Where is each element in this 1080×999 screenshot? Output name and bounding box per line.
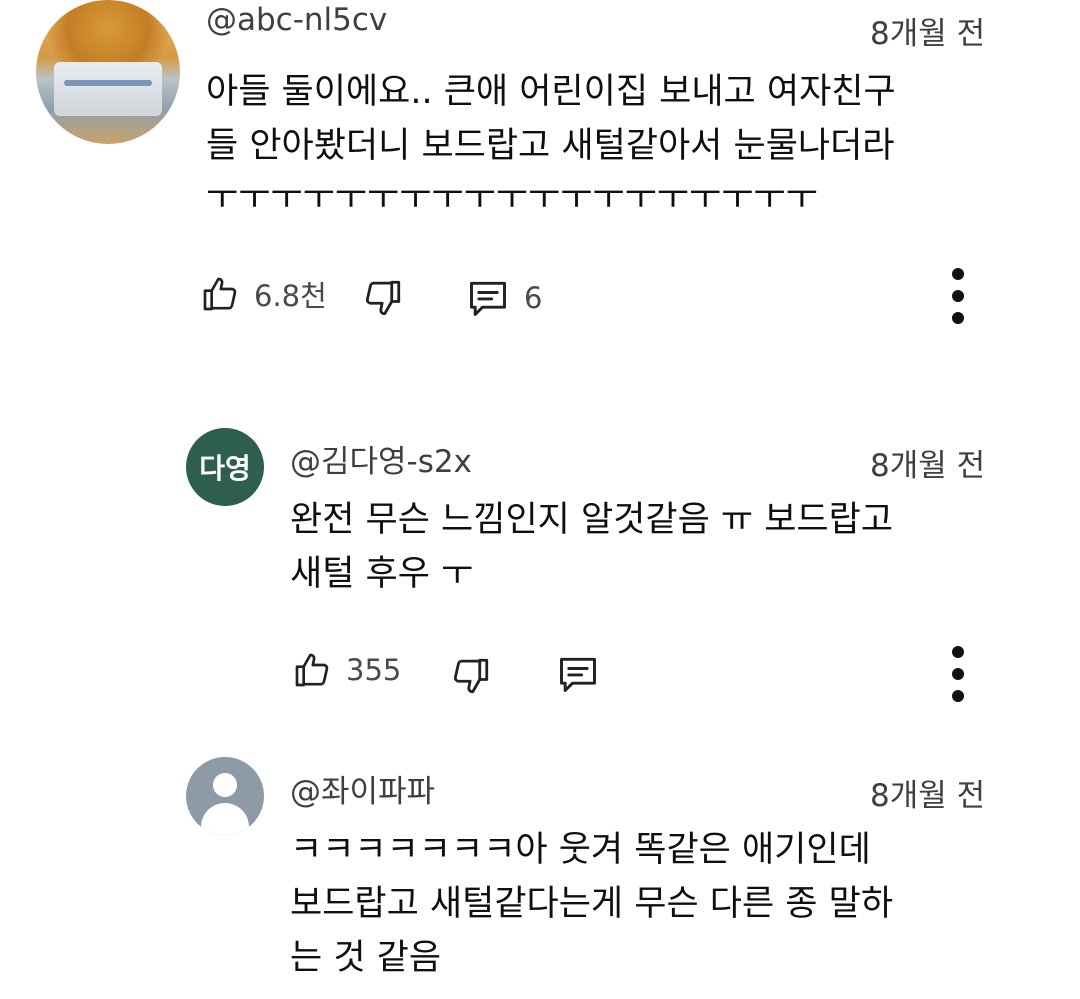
thumbs-up-icon: [200, 272, 240, 316]
comment-icon: [556, 652, 600, 696]
comment-time: 8개월 전: [870, 16, 986, 52]
dislike-button[interactable]: [362, 276, 404, 320]
reply-count: 6: [524, 281, 543, 315]
comment-time: 8개월 전: [870, 778, 986, 814]
avatar-photo: [54, 62, 162, 116]
avatar[interactable]: [36, 0, 180, 144]
comment-text-line: 완전 무슨 느낌인지 알것같음 ㅠ 보드랍고: [290, 500, 894, 540]
comments-page: @abc-nl5cv 8개월 전 아들 둘이에요.. 큰애 어린이집 보내고 여…: [0, 0, 1080, 999]
comment-author[interactable]: @abc-nl5cv: [206, 2, 387, 38]
comment-text-line: 들 안아봤더니 보드랍고 새털같아서 눈물나더라: [206, 126, 895, 166]
comment-time: 8개월 전: [870, 448, 986, 484]
comment-text-line: 보드랍고 새털같다는게 무슨 다른 종 말하: [290, 884, 894, 924]
comment-author[interactable]: @좌이파파: [290, 766, 435, 811]
comment-text-line: 새털 후우 ㅜ: [290, 554, 474, 594]
like-count: 6.8천: [254, 279, 327, 313]
comment-text-line: 는 것 같음: [290, 938, 442, 978]
comment-text-line: ㅋㅋㅋㅋㅋㅋㅋ아 웃겨 똑같은 애기인데: [290, 830, 871, 870]
comment-author[interactable]: @김다영-s2x: [290, 436, 472, 481]
more-vertical-icon[interactable]: [948, 268, 968, 324]
thumbs-down-icon: [450, 654, 492, 698]
dislike-button[interactable]: [450, 654, 492, 698]
reply-button[interactable]: 6: [466, 276, 542, 320]
like-count: 355: [346, 653, 402, 687]
thumbs-down-icon: [362, 276, 404, 320]
like-button[interactable]: 355: [292, 648, 401, 692]
default-avatar-icon: [213, 773, 237, 797]
comment-icon: [466, 276, 510, 320]
comment-text-line: 아들 둘이에요.. 큰애 어린이집 보내고 여자친구: [206, 72, 896, 112]
avatar[interactable]: 다영: [186, 428, 264, 506]
more-vertical-icon[interactable]: [948, 646, 968, 702]
avatar[interactable]: [186, 757, 264, 835]
reply-button[interactable]: [556, 652, 600, 696]
comment-text-line: ㅜㅜㅜㅜㅜㅜㅜㅜㅜㅜㅜㅜㅜㅜㅜㅜㅜㅜㅜ: [206, 178, 818, 218]
like-button[interactable]: 6.8천: [200, 272, 327, 316]
thumbs-up-icon: [292, 648, 332, 692]
